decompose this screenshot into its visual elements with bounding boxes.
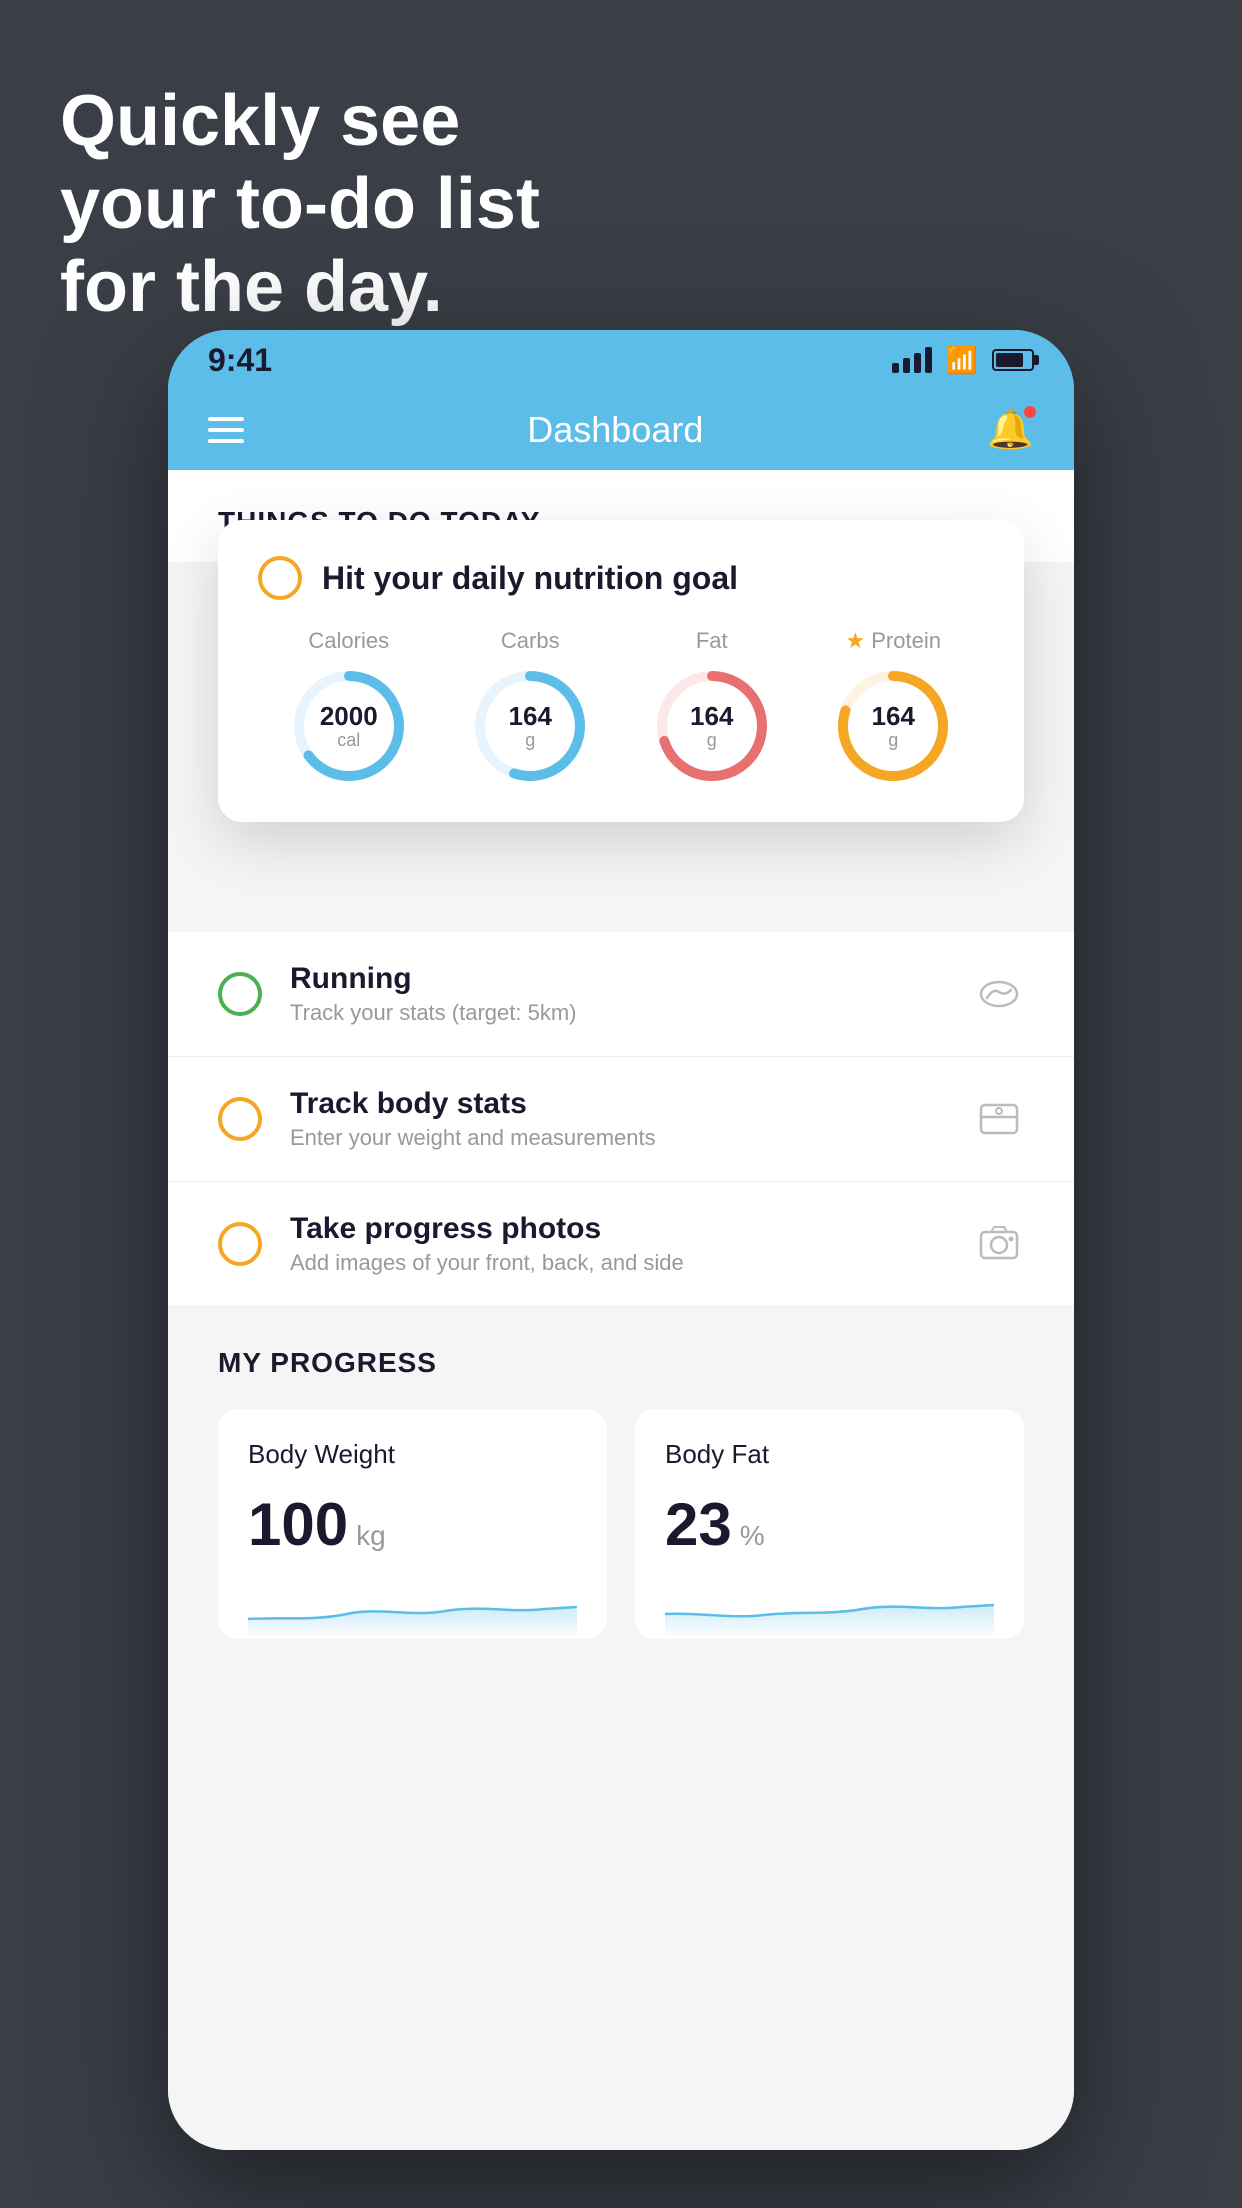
body-weight-chart [248, 1579, 577, 1639]
fat-unit: g [690, 730, 733, 750]
progress-cards: Body Weight 100 kg [218, 1409, 1024, 1639]
todo-list: Running Track your stats (target: 5km) T… [168, 932, 1074, 1307]
carbs-circle: 164 g [470, 666, 590, 786]
running-check-circle[interactable] [218, 972, 262, 1016]
photos-title: Take progress photos [290, 1212, 946, 1246]
body-weight-value-row: 100 kg [248, 1490, 577, 1559]
battery-icon [992, 349, 1034, 371]
carbs-value: 164 [509, 702, 552, 731]
phone-frame: 9:41 📶 Dashboard 🔔 THINGS TO DO TODAY [168, 330, 1074, 2150]
carbs-label: Carbs [501, 628, 560, 654]
body-fat-number: 23 [665, 1490, 732, 1559]
status-icons: 📶 [892, 345, 1034, 376]
nav-bar: Dashboard 🔔 [168, 390, 1074, 470]
body-fat-chart [665, 1579, 994, 1639]
notification-dot [1022, 404, 1038, 420]
fat-circle: 164 g [652, 666, 772, 786]
body-weight-title: Body Weight [248, 1439, 577, 1470]
todo-item-running[interactable]: Running Track your stats (target: 5km) [168, 932, 1074, 1057]
fat-value: 164 [690, 702, 733, 731]
headline: Quickly see your to-do list for the day. [60, 80, 540, 328]
body-weight-card: Body Weight 100 kg [218, 1409, 607, 1639]
progress-section-title: MY PROGRESS [218, 1347, 1024, 1379]
nutrition-carbs: Carbs 164 g [470, 628, 590, 786]
todo-item-body-stats[interactable]: Track body stats Enter your weight and m… [168, 1057, 1074, 1182]
body-stats-subtitle: Enter your weight and measurements [290, 1125, 946, 1151]
todo-item-photos[interactable]: Take progress photos Add images of your … [168, 1182, 1074, 1307]
fat-label: Fat [696, 628, 728, 654]
calories-unit: cal [320, 730, 378, 750]
running-title: Running [290, 962, 946, 996]
protein-label: Protein [871, 628, 941, 654]
status-bar: 9:41 📶 [168, 330, 1074, 390]
protein-unit: g [872, 730, 915, 750]
nutrition-calories: Calories 2000 cal [289, 628, 409, 786]
photos-subtitle: Add images of your front, back, and side [290, 1250, 946, 1276]
nutrition-check-circle[interactable] [258, 556, 302, 600]
protein-label-row: ★ Protein [846, 628, 941, 654]
photos-text: Take progress photos Add images of your … [290, 1212, 946, 1276]
wifi-icon: 📶 [946, 345, 978, 376]
nutrition-protein: ★ Protein 164 g [833, 628, 953, 786]
nutrition-fat: Fat 164 g [652, 628, 772, 786]
nutrition-row: Calories 2000 cal Carbs [258, 628, 984, 786]
body-fat-unit: % [740, 1520, 765, 1552]
star-icon: ★ [846, 628, 866, 654]
body-fat-value-row: 23 % [665, 1490, 994, 1559]
body-fat-card: Body Fat 23 % [635, 1409, 1024, 1639]
body-weight-unit: kg [356, 1520, 386, 1552]
photo-icon [974, 1219, 1024, 1269]
body-stats-title: Track body stats [290, 1087, 946, 1121]
notification-bell[interactable]: 🔔 [987, 408, 1034, 452]
content-area: THINGS TO DO TODAY Hit your daily nutrit… [168, 470, 1074, 2150]
hamburger-menu[interactable] [208, 417, 244, 443]
scale-icon [974, 1094, 1024, 1144]
running-subtitle: Track your stats (target: 5km) [290, 1000, 946, 1026]
running-text: Running Track your stats (target: 5km) [290, 962, 946, 1026]
card-header: Hit your daily nutrition goal [258, 556, 984, 600]
body-stats-text: Track body stats Enter your weight and m… [290, 1087, 946, 1151]
body-weight-number: 100 [248, 1490, 348, 1559]
nutrition-card: Hit your daily nutrition goal Calories 2… [218, 520, 1024, 822]
calories-value: 2000 [320, 702, 378, 731]
signal-icon [892, 347, 932, 373]
carbs-unit: g [509, 730, 552, 750]
running-icon [974, 969, 1024, 1019]
calories-label: Calories [308, 628, 389, 654]
body-fat-title: Body Fat [665, 1439, 994, 1470]
nav-title: Dashboard [527, 409, 703, 451]
protein-value: 164 [872, 702, 915, 731]
status-time: 9:41 [208, 342, 272, 379]
nutrition-card-label: Hit your daily nutrition goal [322, 560, 738, 597]
progress-section: MY PROGRESS Body Weight 100 kg [168, 1307, 1074, 1679]
calories-circle: 2000 cal [289, 666, 409, 786]
photos-check-circle[interactable] [218, 1222, 262, 1266]
body-stats-check-circle[interactable] [218, 1097, 262, 1141]
protein-circle: 164 g [833, 666, 953, 786]
